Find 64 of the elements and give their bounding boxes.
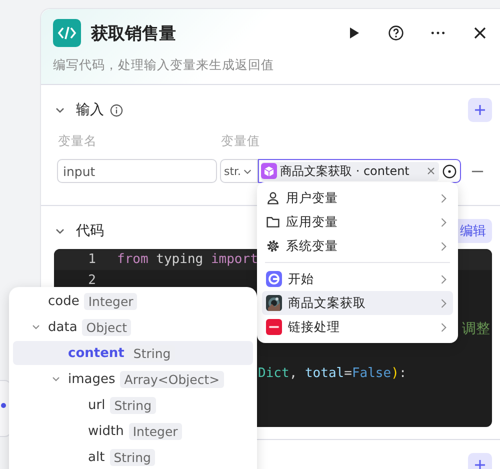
line-number: 2 <box>87 273 96 288</box>
info-icon[interactable] <box>110 104 123 116</box>
column-label: 变量值 <box>221 133 260 150</box>
line-number: 1 <box>87 252 96 267</box>
menu-item[interactable]: 用户变量 <box>262 186 453 210</box>
chevron-icon <box>440 298 447 308</box>
chevron-icon <box>440 322 447 332</box>
section-title: 输入 <box>76 101 104 119</box>
port-dot <box>1 403 6 408</box>
tree-item[interactable]: images Array<Object> <box>13 367 253 391</box>
plus-icon <box>474 104 486 116</box>
tree-item[interactable]: width Integer <box>13 419 253 443</box>
tree-item[interactable]: code Integer <box>13 289 253 313</box>
field-name: data <box>48 320 78 334</box>
code-line: Dict, total=False): <box>258 366 407 381</box>
field-name: content <box>68 346 124 360</box>
close-icon[interactable] <box>472 25 488 41</box>
caret-icon[interactable] <box>51 374 61 384</box>
code-icon <box>53 19 81 47</box>
field-name: width <box>88 424 124 438</box>
target-icon[interactable] <box>442 164 457 178</box>
plus-icon <box>474 459 486 469</box>
type-tag: Integer <box>128 422 182 440</box>
chevron-icon <box>440 192 447 204</box>
section-title: 代码 <box>76 222 104 240</box>
chevron-icon <box>440 216 447 228</box>
field-name: images <box>68 372 116 386</box>
type-tag: String <box>110 396 156 414</box>
code-line: from typing import <box>117 252 258 267</box>
input-field[interactable]: input <box>57 159 217 183</box>
add-button[interactable] <box>468 98 492 122</box>
cube-icon <box>261 163 277 179</box>
folder-icon <box>266 215 280 229</box>
start-node-icon <box>266 271 282 287</box>
field-name: code <box>48 294 80 308</box>
type-select[interactable]: str. <box>220 159 258 183</box>
menu-item[interactable]: 开始 <box>262 267 453 291</box>
help-icon[interactable] <box>388 25 404 41</box>
field-name: alt <box>88 450 105 464</box>
menu-item[interactable]: 系统变量 <box>262 234 453 258</box>
menu-item[interactable]: 应用变量 <box>262 210 453 234</box>
caret-icon[interactable] <box>31 322 41 332</box>
node-title: 获取销售量 <box>91 22 176 44</box>
tree-item[interactable]: content String <box>13 341 253 365</box>
tree-item[interactable]: alt String <box>13 445 253 469</box>
type-tag: Integer <box>84 292 138 310</box>
node-badge-icon <box>266 319 282 335</box>
clear-icon[interactable] <box>427 167 435 175</box>
type-tag: Array<Object> <box>120 370 224 388</box>
chevron-icon <box>440 274 447 284</box>
field-name: url <box>88 398 106 412</box>
gear-icon <box>266 239 280 253</box>
person-icon <box>266 191 280 205</box>
reference-label: 商品文案获取 · content <box>280 162 410 180</box>
tree-item[interactable]: data Object <box>13 315 253 339</box>
code-line: 调整 <box>462 320 490 338</box>
menu-item[interactable]: 链接处理 <box>262 315 453 339</box>
tree-item[interactable]: url String <box>13 393 253 417</box>
type-tag: String <box>110 448 155 466</box>
node-description: 编写代码，处理输入变量来生成返回值 <box>53 57 275 74</box>
column-label: 变量名 <box>58 133 98 150</box>
type-tag: Object <box>82 318 132 336</box>
menu-item[interactable]: 商品文案获取 <box>262 291 453 315</box>
chevron-icon <box>440 240 447 252</box>
